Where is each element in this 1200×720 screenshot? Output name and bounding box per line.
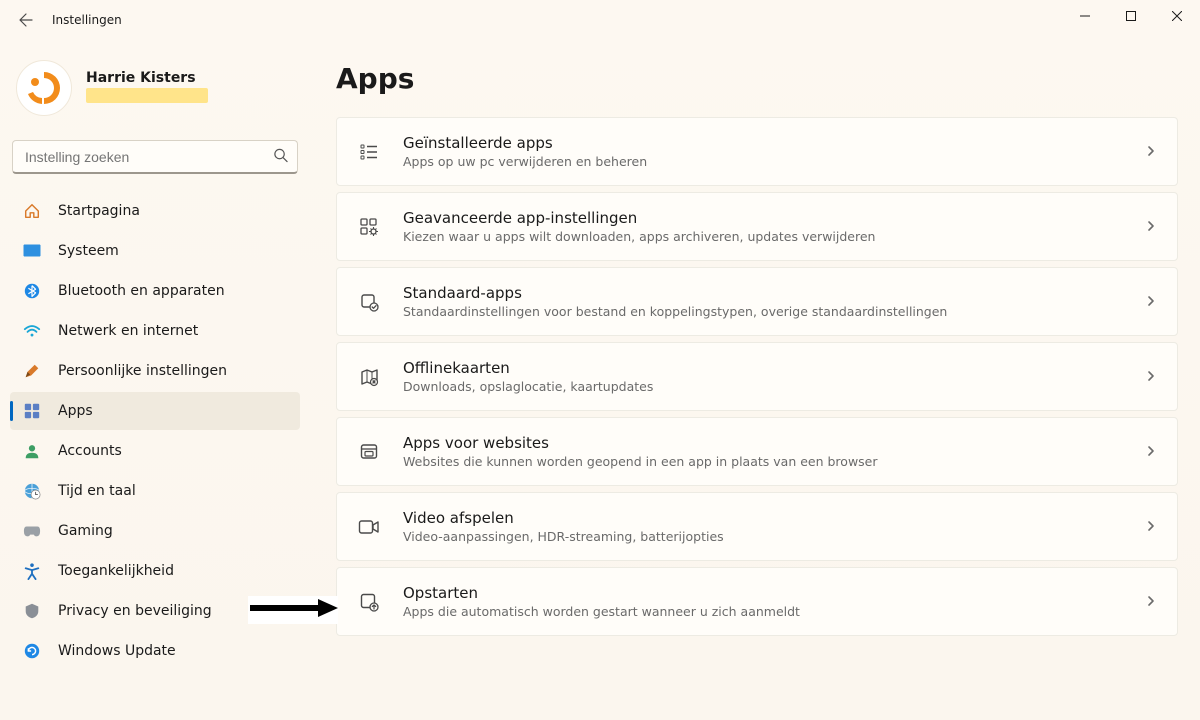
avatar-icon [24, 68, 64, 108]
card-title: Offlinekaarten [403, 359, 1133, 377]
avatar [16, 60, 72, 116]
update-icon [22, 641, 42, 661]
map-icon [357, 365, 381, 389]
chevron-right-icon [1145, 142, 1157, 161]
sidebar-item-accessibility[interactable]: Toegankelijkheid [10, 552, 300, 590]
card-desc: Downloads, opslaglocatie, kaartupdates [403, 379, 1133, 394]
sidebar-item-label: Privacy en beveiliging [58, 603, 212, 619]
chevron-right-icon [1145, 517, 1157, 536]
sidebar-item-update[interactable]: Windows Update [10, 632, 300, 670]
sidebar-item-accounts[interactable]: Accounts [10, 432, 300, 470]
sidebar-item-label: Bluetooth en apparaten [58, 283, 225, 299]
globe-clock-icon [22, 481, 42, 501]
nav-list: Startpagina Systeem Bluetooth en apparat… [10, 192, 300, 670]
page-title: Apps [336, 62, 1178, 95]
window-title: Instellingen [52, 13, 122, 27]
app-settings-icon [357, 215, 381, 239]
maximize-button[interactable] [1108, 0, 1154, 32]
card-desc: Websites die kunnen worden geopend in ee… [403, 454, 1133, 469]
sidebar-item-system[interactable]: Systeem [10, 232, 300, 270]
profile-block[interactable]: Harrie Kisters [10, 56, 300, 134]
minimize-button[interactable] [1062, 0, 1108, 32]
window-controls [1062, 0, 1200, 32]
search-input[interactable] [12, 140, 298, 174]
list-icon [357, 140, 381, 164]
accessibility-icon [22, 561, 42, 581]
sidebar-item-time[interactable]: Tijd en taal [10, 472, 300, 510]
sidebar-item-label: Tijd en taal [58, 483, 136, 499]
sidebar-item-label: Apps [58, 403, 93, 419]
card-title: Video afspelen [403, 509, 1133, 527]
gamepad-icon [22, 521, 42, 541]
card-desc: Kiezen waar u apps wilt downloaden, apps… [403, 229, 1133, 244]
sidebar-item-label: Toegankelijkheid [58, 563, 174, 579]
card-title: Apps voor websites [403, 434, 1133, 452]
card-title: Geavanceerde app-instellingen [403, 209, 1133, 227]
wifi-icon [22, 321, 42, 341]
maximize-icon [1126, 11, 1136, 21]
card-desc: Apps die automatisch worden gestart wann… [403, 604, 1133, 619]
sidebar-item-label: Accounts [58, 443, 122, 459]
card-default-apps[interactable]: Standaard-apps Standaardinstellingen voo… [336, 267, 1178, 336]
search-icon [273, 148, 288, 167]
card-startup[interactable]: Opstarten Apps die automatisch worden ge… [336, 567, 1178, 636]
chevron-right-icon [1145, 442, 1157, 461]
card-advanced-app-settings[interactable]: Geavanceerde app-instellingen Kiezen waa… [336, 192, 1178, 261]
sidebar-item-label: Windows Update [58, 643, 176, 659]
sidebar-item-label: Gaming [58, 523, 113, 539]
close-icon [1172, 11, 1182, 21]
sidebar-item-label: Netwerk en internet [58, 323, 198, 339]
paint-icon [22, 361, 42, 381]
card-title: Opstarten [403, 584, 1133, 602]
default-app-icon [357, 290, 381, 314]
profile-text: Harrie Kisters [86, 70, 208, 107]
startup-icon [357, 590, 381, 614]
search-box[interactable] [12, 140, 298, 174]
home-icon [22, 201, 42, 221]
minimize-icon [1080, 11, 1090, 21]
card-apps-for-websites[interactable]: Apps voor websites Websites die kunnen w… [336, 417, 1178, 486]
sidebar-item-network[interactable]: Netwerk en internet [10, 312, 300, 350]
card-title: Standaard-apps [403, 284, 1133, 302]
card-offline-maps[interactable]: Offlinekaarten Downloads, opslaglocatie,… [336, 342, 1178, 411]
chevron-right-icon [1145, 367, 1157, 386]
browser-app-icon [357, 440, 381, 464]
sidebar-item-apps[interactable]: Apps [10, 392, 300, 430]
card-desc: Apps op uw pc verwijderen en beheren [403, 154, 1133, 169]
sidebar-item-label: Startpagina [58, 203, 140, 219]
apps-icon [22, 401, 42, 421]
sidebar-item-bluetooth[interactable]: Bluetooth en apparaten [10, 272, 300, 310]
person-icon [22, 441, 42, 461]
arrow-left-icon [18, 12, 34, 28]
profile-name: Harrie Kisters [86, 70, 208, 86]
card-video-playback[interactable]: Video afspelen Video-aanpassingen, HDR-s… [336, 492, 1178, 561]
sidebar: Harrie Kisters Startpagina Systeem Bluet… [0, 40, 310, 720]
sidebar-item-personalization[interactable]: Persoonlijke instellingen [10, 352, 300, 390]
card-installed-apps[interactable]: Geïnstalleerde apps Apps op uw pc verwij… [336, 117, 1178, 186]
close-button[interactable] [1154, 0, 1200, 32]
shield-icon [22, 601, 42, 621]
titlebar: Instellingen [0, 0, 1200, 40]
sidebar-item-home[interactable]: Startpagina [10, 192, 300, 230]
profile-email-redacted [86, 88, 208, 103]
chevron-right-icon [1145, 592, 1157, 611]
chevron-right-icon [1145, 217, 1157, 236]
bluetooth-icon [22, 281, 42, 301]
sidebar-item-gaming[interactable]: Gaming [10, 512, 300, 550]
sidebar-item-privacy[interactable]: Privacy en beveiliging [10, 592, 300, 630]
card-title: Geïnstalleerde apps [403, 134, 1133, 152]
sidebar-item-label: Persoonlijke instellingen [58, 363, 227, 379]
chevron-right-icon [1145, 292, 1157, 311]
card-desc: Video-aanpassingen, HDR-streaming, batte… [403, 529, 1133, 544]
back-button[interactable] [8, 2, 44, 38]
video-icon [357, 515, 381, 539]
sidebar-item-label: Systeem [58, 243, 119, 259]
card-list: Geïnstalleerde apps Apps op uw pc verwij… [336, 117, 1178, 636]
system-icon [22, 241, 42, 261]
main-panel: Apps Geïnstalleerde apps Apps op uw pc v… [310, 40, 1200, 720]
card-desc: Standaardinstellingen voor bestand en ko… [403, 304, 1133, 319]
